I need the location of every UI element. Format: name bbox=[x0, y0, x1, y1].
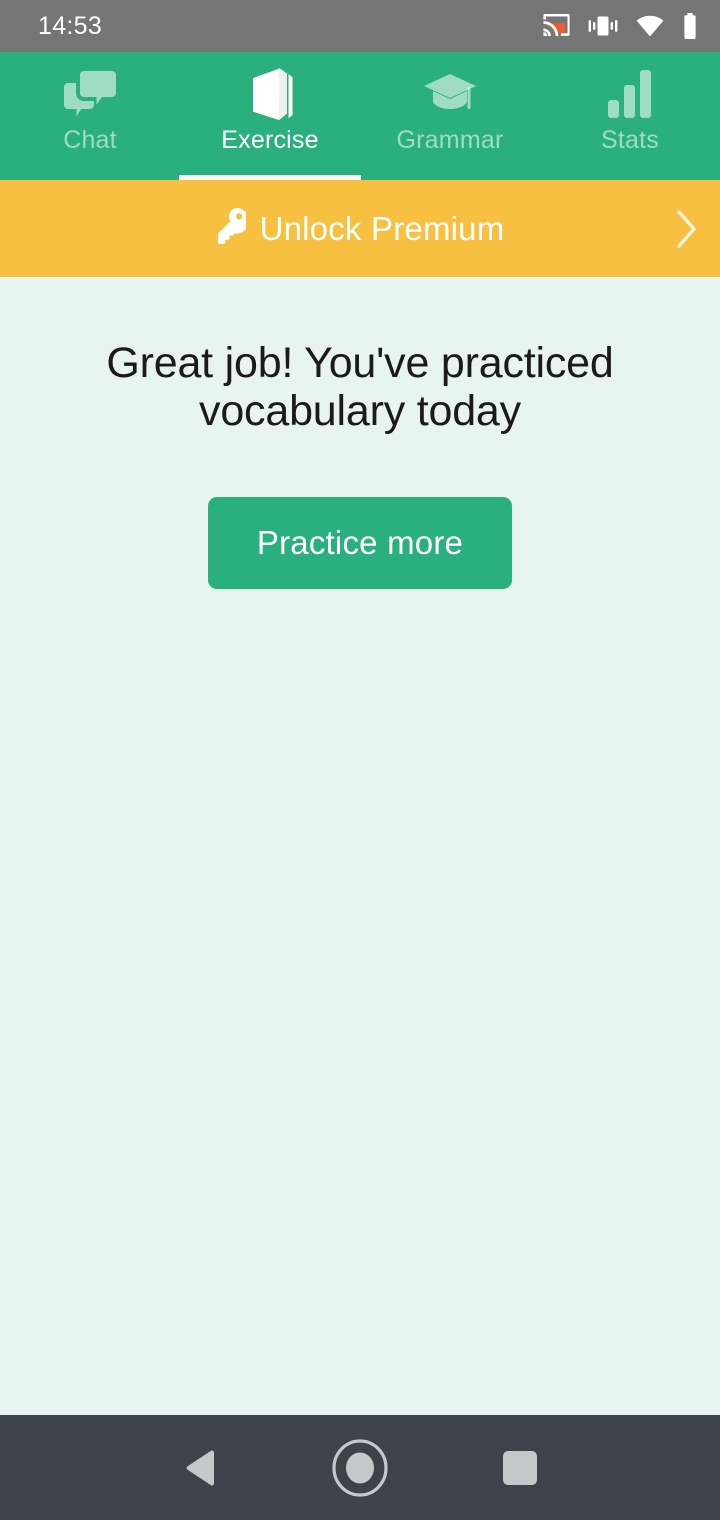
wifi-icon bbox=[636, 15, 664, 37]
circle-icon bbox=[331, 1438, 389, 1497]
tab-exercise[interactable]: Exercise bbox=[179, 52, 361, 180]
android-navigation-bar bbox=[0, 1415, 720, 1520]
bar-chart-icon bbox=[608, 68, 652, 120]
unlock-premium-content: Unlock Premium bbox=[216, 207, 505, 249]
triangle-left-icon bbox=[184, 1450, 216, 1486]
unlock-premium-banner[interactable]: Unlock Premium bbox=[0, 180, 720, 277]
tab-bar: Chat Exercise Grammar Stats bbox=[0, 52, 720, 180]
unlock-premium-label: Unlock Premium bbox=[259, 209, 505, 247]
graduation-cap-icon bbox=[423, 68, 477, 120]
back-button[interactable] bbox=[155, 1423, 245, 1513]
tab-chat[interactable]: Chat bbox=[0, 52, 180, 180]
chevron-right-icon[interactable] bbox=[676, 209, 698, 249]
app-root: 14:53 Chat Exercise Grammar Stats Unlock… bbox=[0, 0, 720, 1520]
vibrate-icon bbox=[588, 15, 618, 37]
square-icon bbox=[503, 1450, 537, 1485]
tab-stats[interactable]: Stats bbox=[540, 52, 720, 180]
tab-label-chat: Chat bbox=[63, 126, 117, 154]
status-bar-icons bbox=[543, 13, 698, 39]
practice-more-button[interactable]: Practice more bbox=[208, 497, 512, 590]
tab-label-grammar: Grammar bbox=[396, 126, 504, 154]
recents-button[interactable] bbox=[475, 1423, 565, 1513]
exercise-content: Great job! You've practiced vocabulary t… bbox=[0, 277, 720, 1415]
tab-label-stats: Stats bbox=[601, 126, 659, 154]
home-button[interactable] bbox=[315, 1423, 405, 1513]
tab-label-exercise: Exercise bbox=[221, 126, 319, 154]
chat-bubbles-icon bbox=[64, 68, 116, 120]
key-icon bbox=[216, 207, 249, 249]
page-title: Great job! You've practiced vocabulary t… bbox=[106, 339, 614, 436]
book-icon bbox=[247, 68, 293, 120]
tab-grammar[interactable]: Grammar bbox=[360, 52, 540, 180]
status-bar-clock: 14:53 bbox=[38, 11, 103, 40]
cast-icon bbox=[543, 14, 570, 38]
battery-icon bbox=[682, 13, 698, 39]
status-bar: 14:53 bbox=[0, 0, 720, 52]
